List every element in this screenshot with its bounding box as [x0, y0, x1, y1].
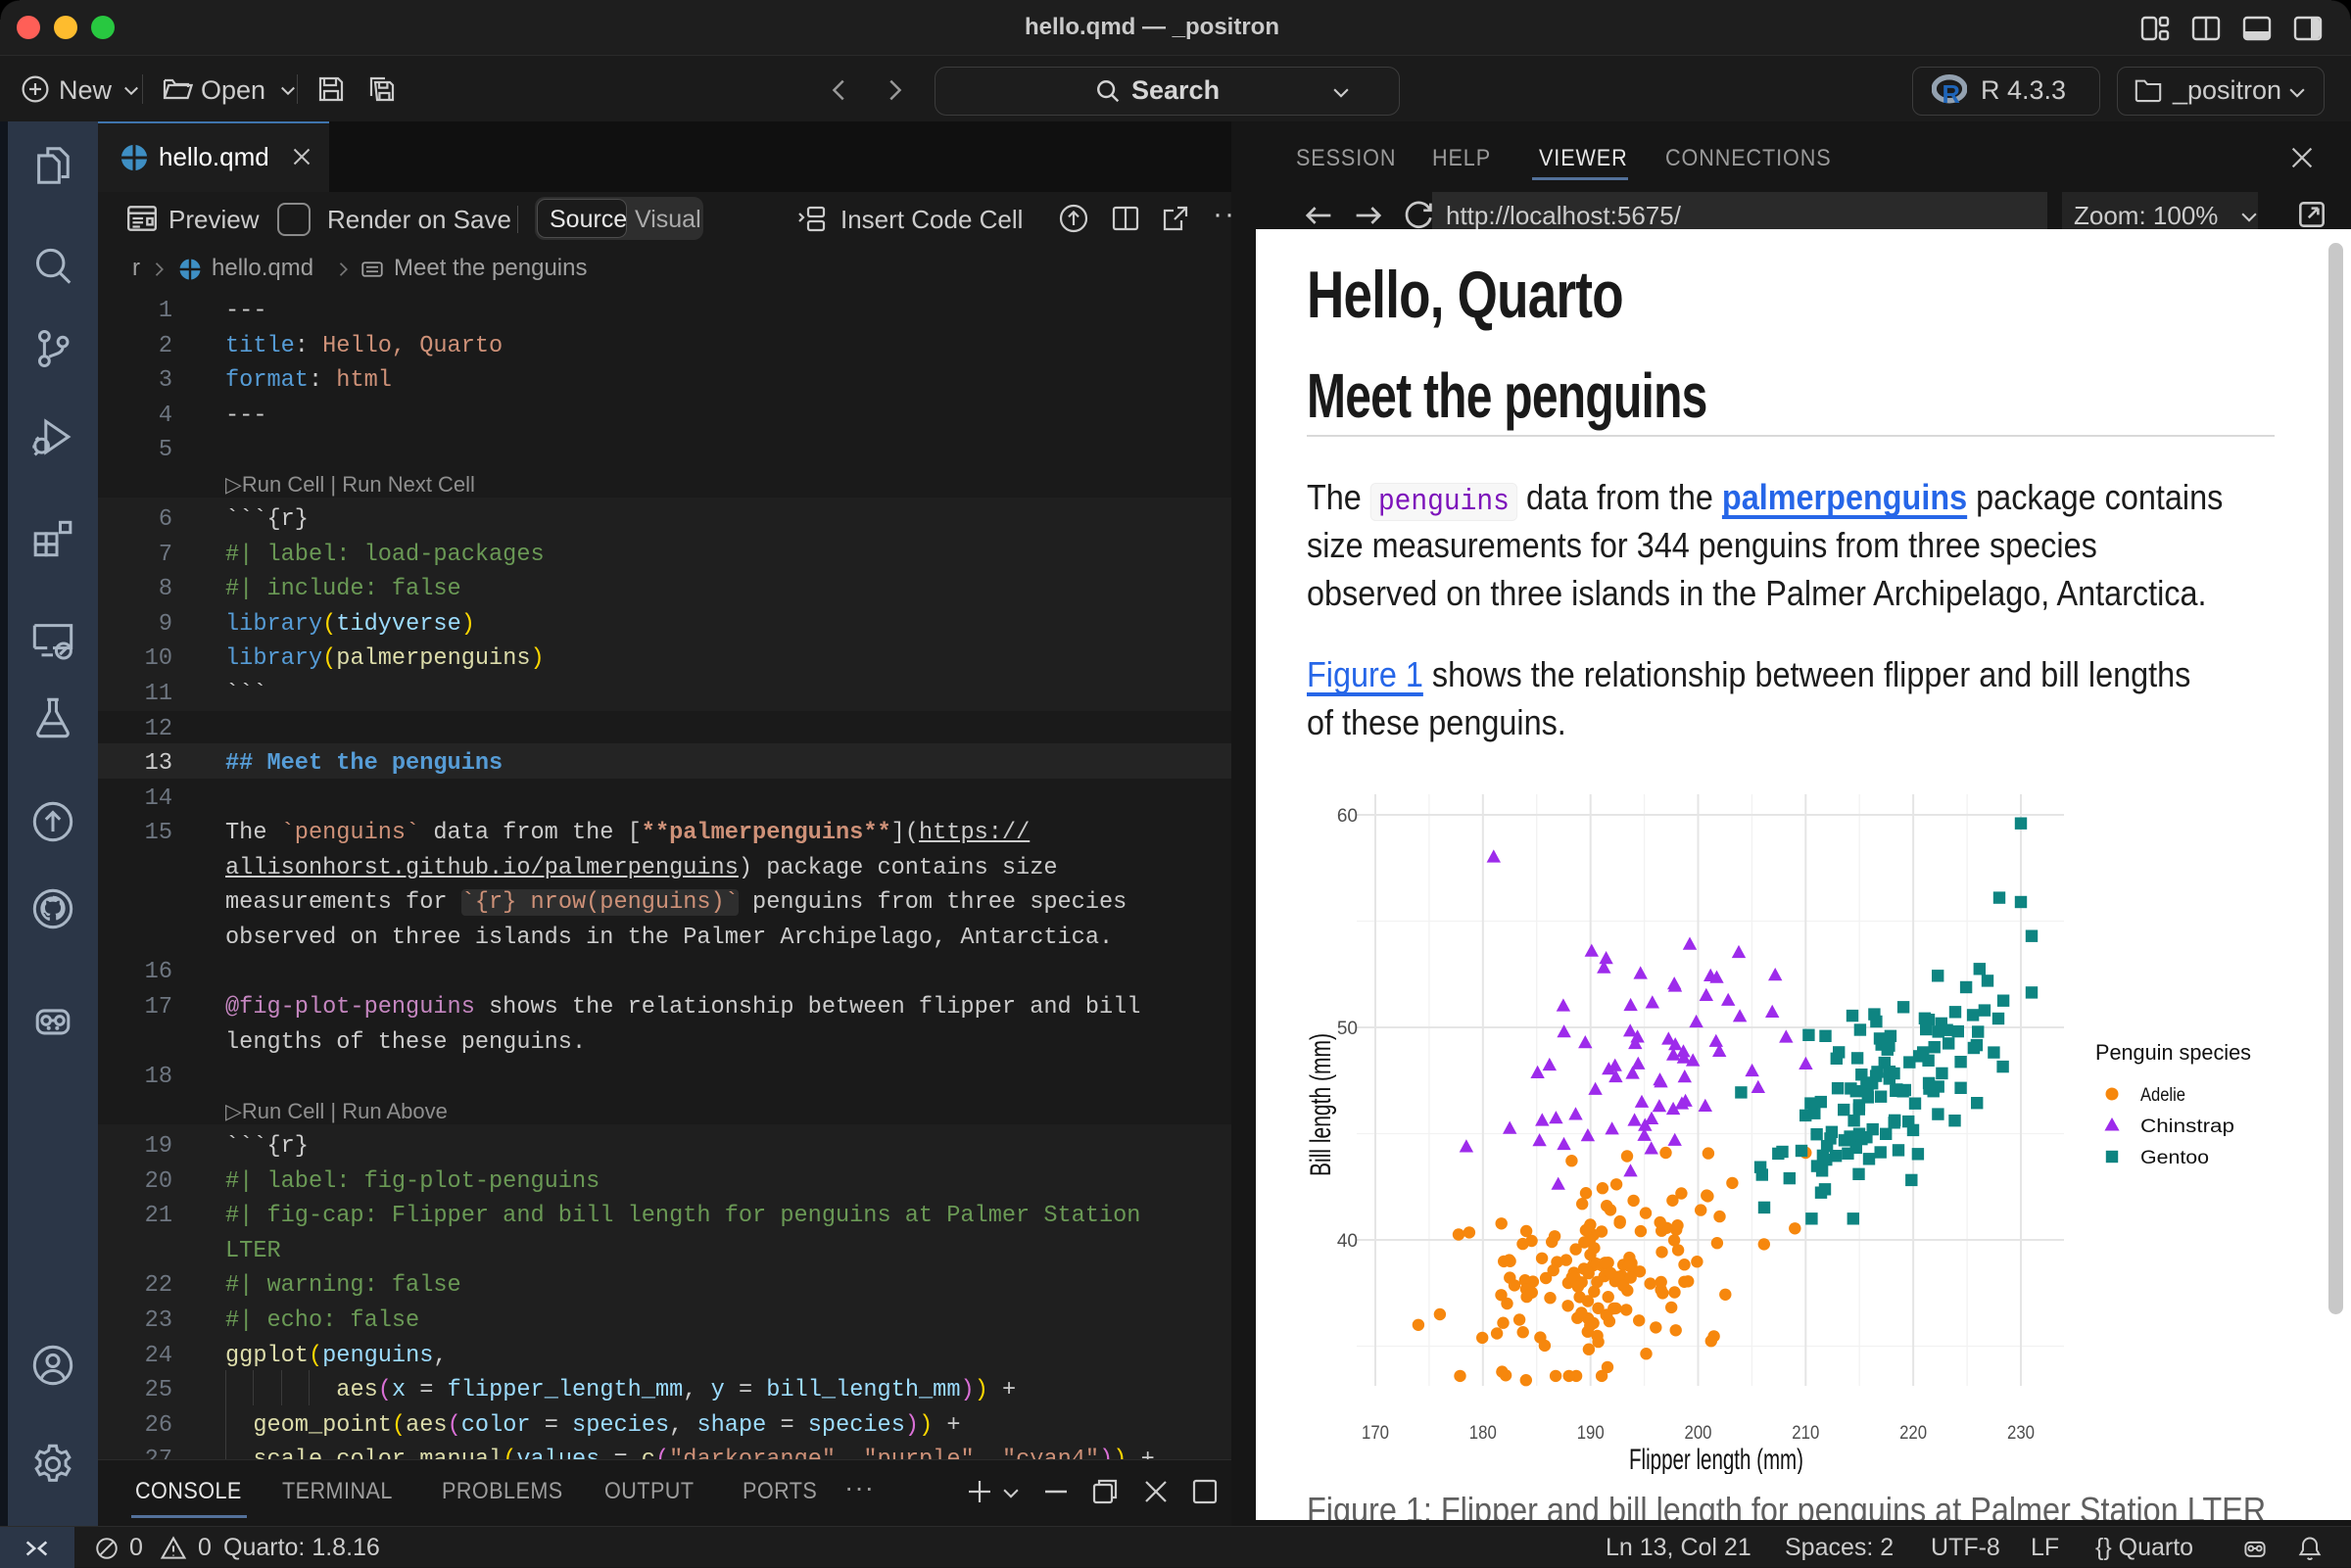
- svg-text:220: 220: [1899, 1423, 1927, 1444]
- svg-text:Penguin species: Penguin species: [2095, 1040, 2251, 1065]
- svg-text:170: 170: [1362, 1423, 1389, 1444]
- svg-text:230: 230: [2007, 1423, 2035, 1444]
- svg-text:R: R: [1943, 81, 1960, 109]
- svg-text:210: 210: [1792, 1423, 1819, 1444]
- svg-text:50: 50: [1337, 1019, 1358, 1039]
- svg-text:Gentoo: Gentoo: [2140, 1148, 2209, 1168]
- svg-text:200: 200: [1685, 1423, 1712, 1444]
- svg-text:Adelie: Adelie: [2140, 1085, 2185, 1106]
- svg-text:190: 190: [1577, 1423, 1605, 1444]
- svg-text:Chinstrap: Chinstrap: [2140, 1117, 2234, 1137]
- svg-text:Bill length (mm): Bill length (mm): [1305, 1033, 1337, 1176]
- svg-text:Flipper length (mm): Flipper length (mm): [1629, 1444, 1803, 1474]
- svg-text:60: 60: [1337, 806, 1358, 827]
- svg-text:40: 40: [1337, 1231, 1358, 1252]
- svg-text:180: 180: [1469, 1423, 1497, 1444]
